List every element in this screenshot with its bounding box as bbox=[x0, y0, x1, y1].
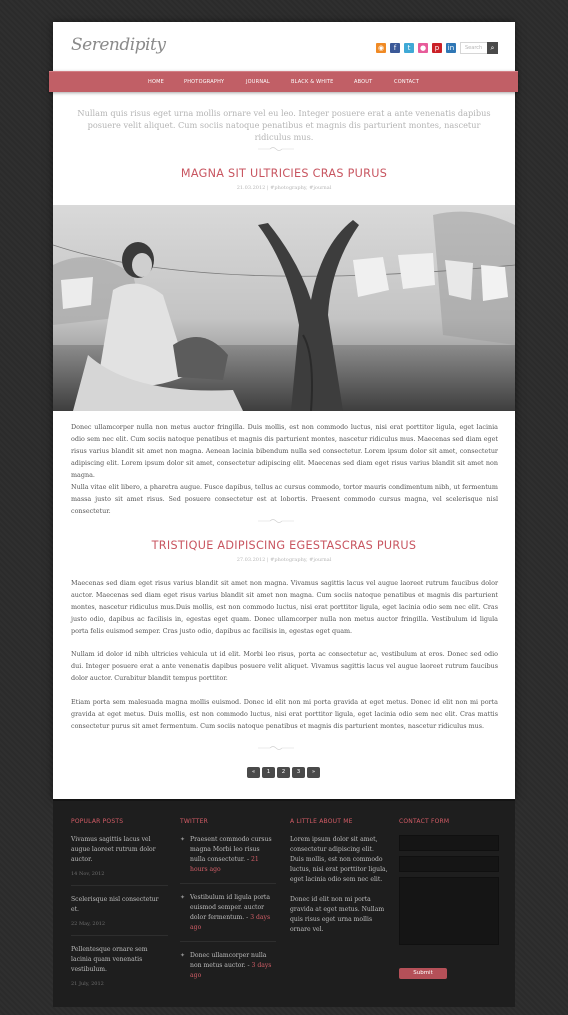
post-meta: 21.03.2012 | #photography, #journal bbox=[236, 185, 332, 191]
intro-text: Nullam quis risus eget urna mollis ornar… bbox=[77, 108, 491, 142]
pinterest-icon[interactable]: p bbox=[432, 43, 442, 53]
popular-post-title[interactable]: Pellentesque ornare sem lacinia quam ven… bbox=[71, 945, 168, 975]
ornament-divider bbox=[258, 746, 294, 750]
contact-message-field[interactable] bbox=[399, 877, 499, 945]
site-logo[interactable]: Serendipity bbox=[71, 35, 166, 55]
post-paragraph: Nulla vitae elit libero, a pharetra augu… bbox=[71, 483, 498, 515]
pagination-prev[interactable]: « bbox=[247, 767, 260, 778]
widget-heading: TWITTER bbox=[180, 818, 208, 825]
about-text: Lorem ipsum dolor sit amet, consectetur … bbox=[290, 836, 388, 883]
pagination-page-1[interactable]: 1 bbox=[262, 767, 275, 778]
nav-item-home[interactable]: HOME bbox=[148, 72, 164, 92]
ornament-divider bbox=[258, 147, 294, 151]
nav-item-contact[interactable]: CONTACT bbox=[394, 72, 419, 92]
social-links: ◉ f t ● p in bbox=[376, 43, 456, 53]
contact-form-widget: CONTACT FORM Submit bbox=[399, 818, 499, 979]
about-widget: A LITTLE ABOUT ME Lorem ipsum dolor sit … bbox=[290, 818, 388, 935]
post-paragraph: Maecenas sed diam eget risus varius blan… bbox=[71, 579, 498, 635]
photo-scene bbox=[53, 205, 515, 411]
rss-icon[interactable]: ◉ bbox=[376, 43, 386, 53]
twitter-bird-icon: ✦ bbox=[180, 836, 186, 843]
post-paragraph: Donec ullamcorper nulla non metus auctor… bbox=[71, 423, 498, 479]
about-text: Donec id elit non mi porta gravida at eg… bbox=[290, 896, 385, 933]
twitter-icon[interactable]: t bbox=[404, 43, 414, 53]
widget-heading: A LITTLE ABOUT ME bbox=[290, 818, 353, 825]
popular-posts-widget: POPULAR POSTS Vivamus sagittis lacus vel… bbox=[71, 818, 168, 1004]
search-input[interactable]: Search bbox=[460, 42, 488, 54]
nav-item-about[interactable]: ABOUT bbox=[354, 72, 372, 92]
post-title[interactable]: TRISTIQUE ADIPISCING EGESTASCRAS PURUS bbox=[53, 539, 515, 552]
post-paragraph: Nullam id dolor id nibh ultricies vehicu… bbox=[71, 650, 498, 682]
twitter-bird-icon: ✦ bbox=[180, 952, 186, 959]
tweet-item: ✦ Vestibulum id ligula porta euismod sem… bbox=[180, 893, 276, 942]
footer: POPULAR POSTS Vivamus sagittis lacus vel… bbox=[53, 799, 515, 1007]
facebook-icon[interactable]: f bbox=[390, 43, 400, 53]
post-paragraph: Etiam porta sem malesuada magna mollis e… bbox=[71, 698, 498, 730]
ornament-divider bbox=[258, 519, 294, 523]
post-image bbox=[53, 205, 515, 411]
flickr-icon[interactable]: ● bbox=[418, 43, 428, 53]
widget-heading: CONTACT FORM bbox=[399, 818, 450, 825]
pagination-next[interactable]: » bbox=[307, 767, 320, 778]
popular-post-date: 21 July, 2012 bbox=[71, 981, 104, 987]
popular-post-title[interactable]: Scelerisque nisl consectetur et. bbox=[71, 895, 168, 915]
nav-item-black-white[interactable]: BLACK & WHITE bbox=[291, 72, 334, 92]
popular-post-date: 22 May, 2012 bbox=[71, 921, 106, 927]
popular-post-item[interactable]: Vivamus sagittis lacus vel augue laoreet… bbox=[71, 835, 168, 886]
post-meta: 27.03.2012 | #photography, #journal bbox=[236, 557, 332, 563]
popular-post-date: 14 Nov, 2012 bbox=[71, 871, 105, 877]
pagination: « 1 2 3 » bbox=[247, 767, 320, 778]
twitter-bird-icon: ✦ bbox=[180, 894, 186, 901]
pagination-page-3[interactable]: 3 bbox=[292, 767, 305, 778]
twitter-widget: TWITTER ✦ Praesent commodo cursus magna … bbox=[180, 818, 276, 998]
post-title[interactable]: MAGNA SIT ULTRICIES CRAS PURUS bbox=[53, 167, 515, 180]
contact-name-field[interactable] bbox=[399, 835, 499, 851]
popular-post-item[interactable]: Pellentesque ornare sem lacinia quam ven… bbox=[71, 945, 168, 995]
submit-button[interactable]: Submit bbox=[399, 968, 447, 979]
main-nav: HOME PHOTOGRAPHY JOURNAL BLACK & WHITE A… bbox=[49, 71, 518, 92]
popular-post-title[interactable]: Vivamus sagittis lacus vel augue laoreet… bbox=[71, 835, 168, 865]
linkedin-icon[interactable]: in bbox=[446, 43, 456, 53]
pagination-page-2[interactable]: 2 bbox=[277, 767, 290, 778]
widget-heading: POPULAR POSTS bbox=[71, 818, 124, 825]
contact-email-field[interactable] bbox=[399, 856, 499, 872]
nav-item-photography[interactable]: PHOTOGRAPHY bbox=[184, 72, 224, 92]
popular-post-item[interactable]: Scelerisque nisl consectetur et. 22 May,… bbox=[71, 895, 168, 936]
tweet-text: Praesent commodo cursus magna Morbi leo … bbox=[190, 836, 272, 863]
search-icon[interactable]: ⌕ bbox=[487, 42, 498, 54]
nav-item-journal[interactable]: JOURNAL bbox=[246, 72, 270, 92]
tweet-item: ✦ Praesent commodo cursus magna Morbi le… bbox=[180, 835, 276, 884]
tweet-item: ✦ Donec ullamcorper nulla non metus auct… bbox=[180, 952, 272, 979]
